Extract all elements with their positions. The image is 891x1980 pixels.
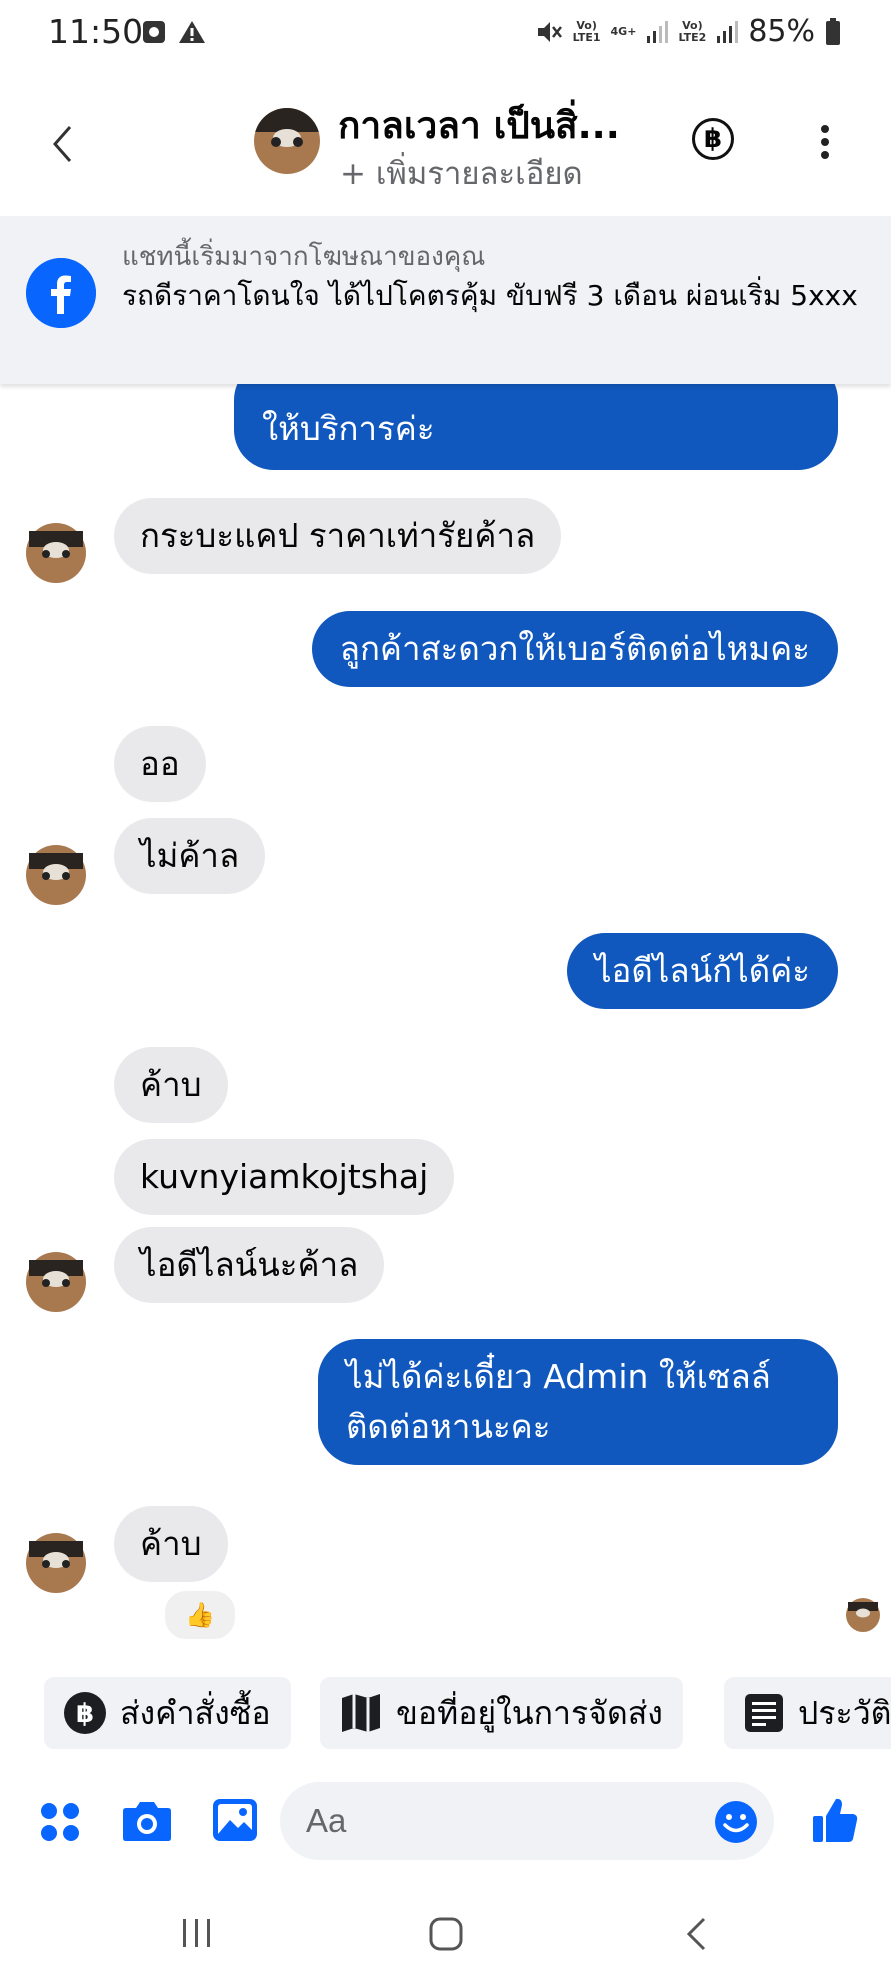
baht-icon[interactable]: ฿ — [692, 118, 734, 160]
system-nav-bar — [0, 1890, 891, 1980]
status-bar: 11:50 Vo) LTE1 4G+ Vo) LTE2 85% — [0, 0, 891, 66]
quick-reply-ask-address[interactable]: ขอที่อยู่ในการจัดส่ง — [320, 1677, 683, 1749]
avatar — [26, 1533, 86, 1593]
avatar — [26, 1252, 86, 1312]
signal-icon — [717, 20, 739, 43]
network-type: 4G+ — [610, 24, 637, 38]
network-lte2: Vo) LTE2 — [678, 18, 707, 44]
message-bubble-outgoing[interactable]: ลูกค้าสะดวกให้เบอร์ติดต่อไหมคะ — [311, 611, 838, 687]
signal-icon — [647, 20, 669, 43]
screen-recorder-icon — [143, 21, 165, 43]
network-lte1: Vo) LTE1 — [572, 18, 601, 44]
ad-origin-banner[interactable]: แชทนี้เริ่มมาจากโฆษณาของคุณ รถดีราคาโดนใ… — [0, 216, 891, 384]
message-bubble-outgoing[interactable]: ไม่ได้ค่ะเดี๋ยว Admin ให้เซลล์ติดต่อหานะ… — [318, 1339, 838, 1465]
battery-icon — [826, 17, 840, 45]
message-bubble-incoming[interactable]: ไม่ค้าล — [114, 818, 266, 894]
ad-caption: แชทนี้เริ่มมาจากโฆษณาของคุณ — [122, 242, 486, 272]
avatar — [26, 523, 86, 583]
quick-reply-send-order[interactable]: ฿ ส่งคำสั่งซื้อ — [44, 1677, 291, 1749]
facebook-icon — [26, 258, 96, 328]
message-bubble-incoming[interactable]: ออ — [114, 726, 206, 802]
home-icon[interactable] — [428, 1916, 464, 1952]
mute-icon — [537, 21, 562, 42]
message-bubble-outgoing[interactable]: ไอดีไลน์ก้ได้ค่ะ — [566, 933, 838, 1009]
document-icon — [745, 1694, 783, 1732]
add-details-link[interactable]: + เพิ่มรายละเอียด — [340, 148, 583, 198]
read-receipt-avatar — [846, 1598, 880, 1632]
ad-text: รถดีราคาโดนใจ ได้ไปโคตรคุ้ม ขับฟรี 3 เดื… — [122, 279, 858, 312]
back-icon[interactable] — [50, 124, 74, 164]
composer-bar — [0, 1770, 891, 1870]
status-right: Vo) LTE1 4G+ Vo) LTE2 85% — [535, 14, 841, 49]
message-bubble-incoming[interactable]: ค้าบ — [114, 1506, 228, 1582]
chat-header: กาลเวลา เป็นสิ่... + เพิ่มรายละเอียด ฿ — [0, 68, 891, 216]
back-nav-icon[interactable] — [684, 1916, 708, 1952]
baht-icon: ฿ — [64, 1692, 106, 1734]
svg-text:฿: ฿ — [76, 1699, 94, 1729]
more-icon[interactable] — [820, 124, 830, 160]
quick-reply-history[interactable]: ประวัติ — [724, 1677, 891, 1749]
camera-icon[interactable] — [122, 1798, 172, 1842]
chat-title[interactable]: กาลเวลา เป็นสิ่... — [338, 96, 620, 155]
warning-icon — [179, 21, 205, 43]
battery-percent: 85% — [748, 14, 815, 49]
avatar — [26, 845, 86, 905]
recent-apps-icon[interactable] — [180, 1916, 214, 1950]
status-time: 11:50 — [48, 12, 144, 51]
message-input[interactable] — [280, 1782, 774, 1860]
map-icon — [342, 1694, 380, 1732]
reaction-badge[interactable]: 👍 — [162, 1588, 238, 1642]
message-bubble-incoming[interactable]: ค้าบ — [114, 1047, 228, 1123]
emoji-icon[interactable] — [714, 1800, 758, 1844]
message-bubble-incoming[interactable]: ไอดีไลน์นะค้าล — [114, 1227, 385, 1303]
avatar[interactable] — [254, 108, 320, 174]
menu-grid-icon[interactable] — [40, 1802, 80, 1842]
gallery-icon[interactable] — [212, 1798, 258, 1842]
message-bubble-incoming[interactable]: kuvnyiamkojtshaj — [114, 1139, 455, 1215]
message-bubble-incoming[interactable]: กระบะแคป ราคาเท่ารัยค้าล — [114, 498, 562, 574]
like-icon[interactable] — [812, 1796, 858, 1844]
